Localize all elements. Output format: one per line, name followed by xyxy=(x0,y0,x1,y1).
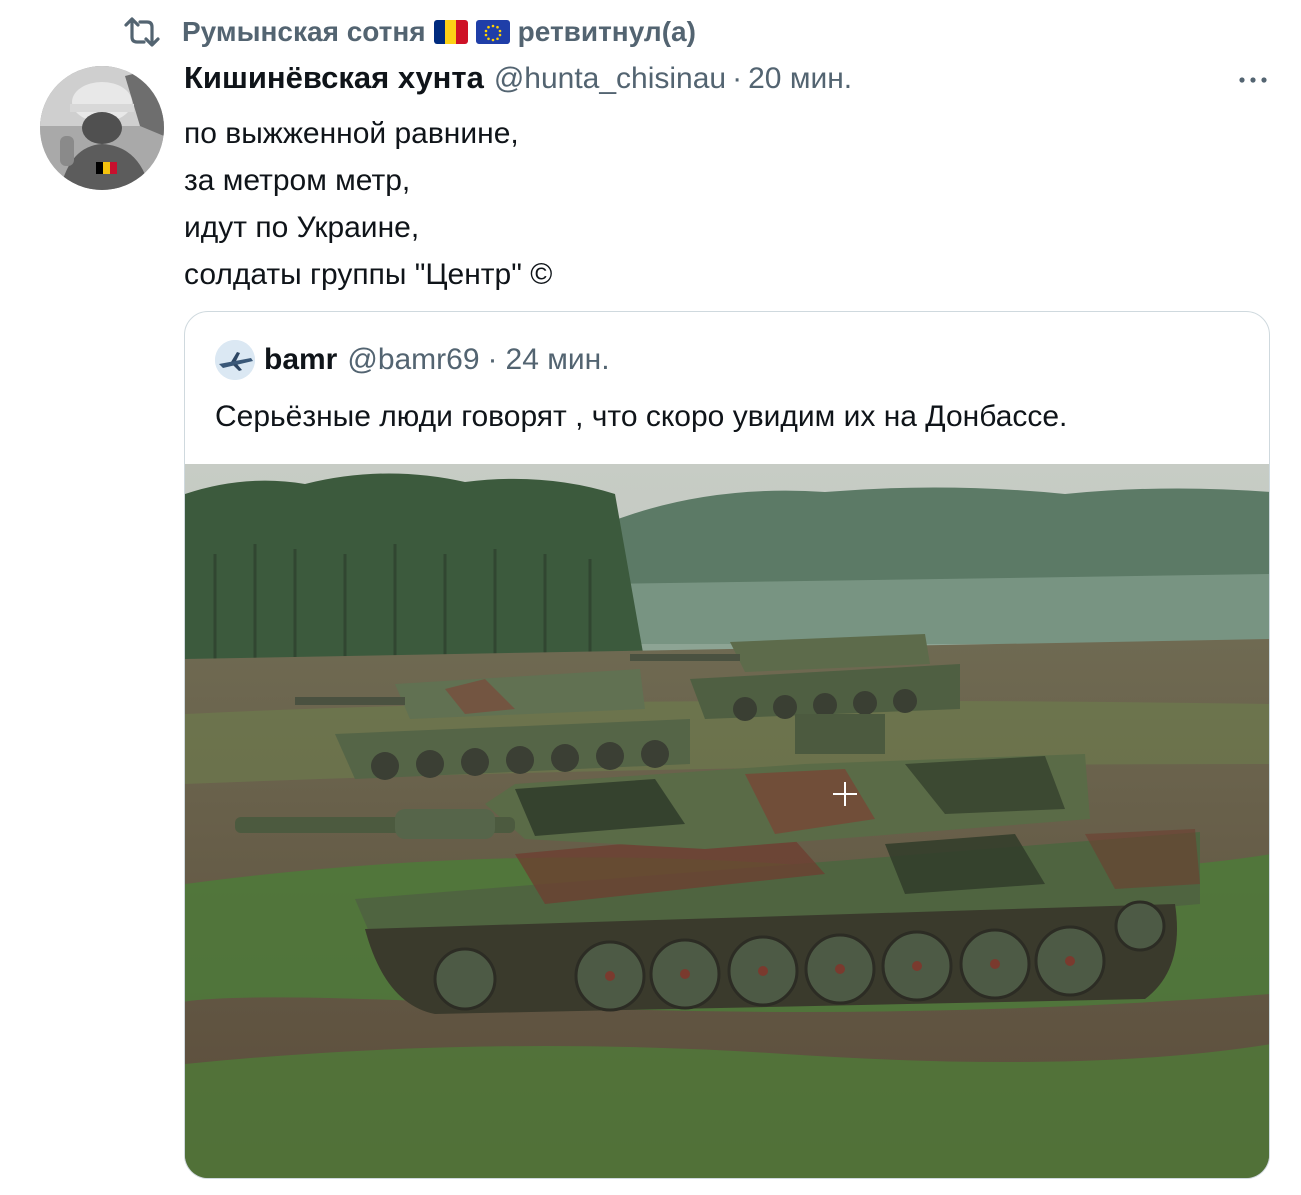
tweet-line: по выжженной равнине, xyxy=(184,117,519,150)
tweet-line: солдаты группы "Центр" © xyxy=(184,258,553,291)
tweet-line: идут по Украине, xyxy=(184,211,420,244)
romania-flag-icon xyxy=(433,20,468,44)
retweet-action-label: ретвитнул(а) xyxy=(517,16,696,47)
quoted-tweet-card[interactable]: bamr @bamr69 · 24 мин. Серьёзные люди го… xyxy=(184,311,1270,1179)
quoted-tweet-text: Серьёзные люди говорят , что скоро увиди… xyxy=(215,400,1068,433)
quoted-author-handle[interactable]: @bamr69 xyxy=(347,343,479,377)
tweet-line: за метром метр, xyxy=(184,164,411,197)
retweet-icon xyxy=(122,14,164,50)
separator-dot: · xyxy=(732,62,743,95)
separator-dot: · xyxy=(487,343,498,376)
quoted-tweet-header: bamr @bamr69 · 24 мин. xyxy=(215,340,610,380)
tanks-on-field-photo[interactable] xyxy=(185,464,1269,1178)
tweet-header: Кишинёвская хунта @hunta_chisinau · 20 м… xyxy=(184,60,852,96)
quoted-author-avatar[interactable] xyxy=(215,340,255,380)
tweet-body: по выжженной равнине, за метром метр, ид… xyxy=(184,110,552,298)
eu-flag-icon xyxy=(475,20,510,44)
author-handle[interactable]: @hunta_chisinau xyxy=(494,62,726,96)
author-name[interactable]: Кишинёвская хунта xyxy=(184,60,484,96)
more-icon[interactable] xyxy=(1236,70,1270,90)
quoted-tweet-timestamp[interactable]: 24 мин. xyxy=(506,343,610,377)
quoted-author-name[interactable]: bamr xyxy=(264,343,337,377)
author-avatar[interactable] xyxy=(40,66,164,190)
retweet-context: Румынская сотня ретвитнул(а) xyxy=(122,14,696,50)
retweeter-name-link[interactable]: Румынская сотня xyxy=(182,16,426,48)
tweet-timestamp[interactable]: 20 мин. xyxy=(748,62,852,96)
